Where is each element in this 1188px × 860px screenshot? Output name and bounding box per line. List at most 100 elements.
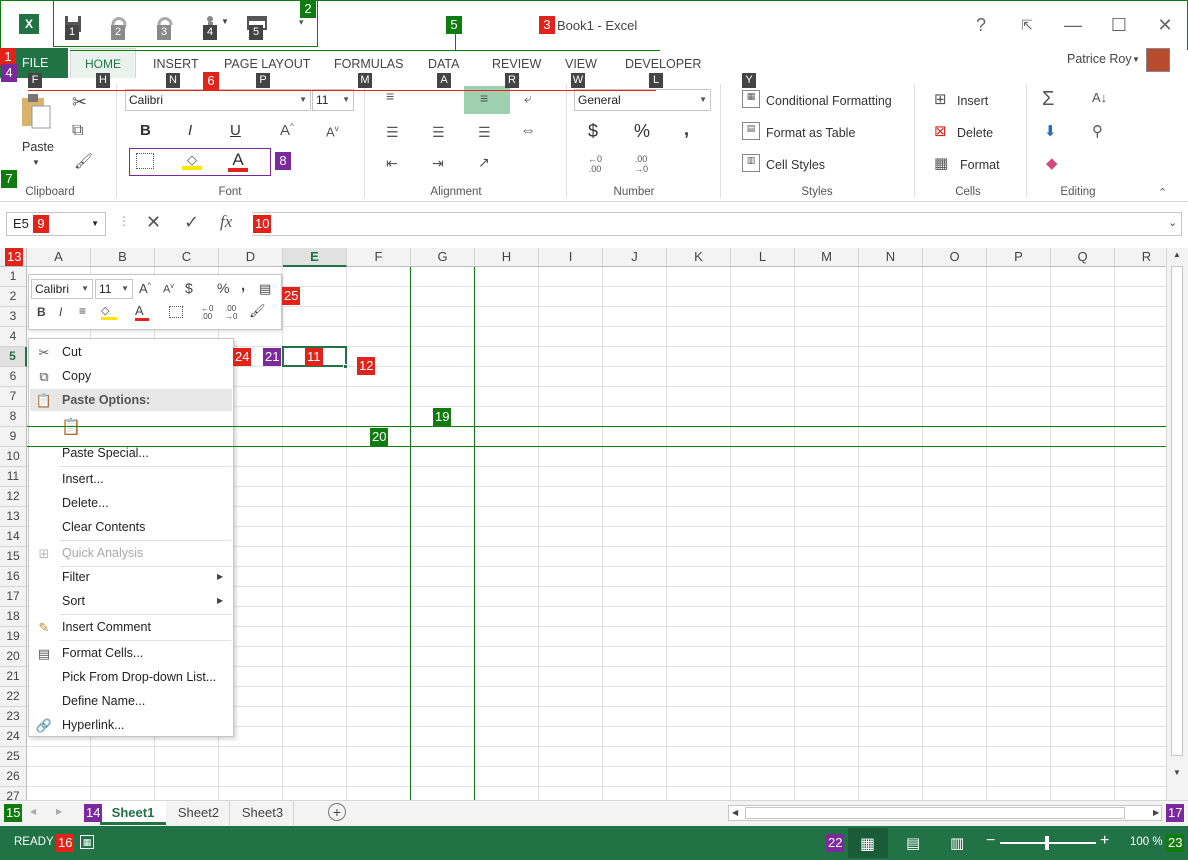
align-left-icon[interactable]: ☰ xyxy=(386,124,399,141)
column-header-r[interactable]: R xyxy=(1115,248,1166,267)
column-header-d[interactable]: D xyxy=(219,248,283,267)
row-header-12[interactable]: 12 xyxy=(0,487,27,507)
decrease-decimal-icon[interactable]: .00 →0 xyxy=(225,305,237,321)
paste-button[interactable]: Paste xyxy=(22,140,54,154)
customize-qat-icon[interactable]: ▾ xyxy=(299,17,304,28)
scroll-right-icon[interactable]: ▶ xyxy=(1153,808,1159,817)
insert-cells-icon[interactable]: ⊞ xyxy=(934,90,947,108)
conditional-formatting-icon[interactable]: ▦ xyxy=(742,90,760,108)
italic-icon[interactable]: I xyxy=(59,305,62,319)
user-name[interactable]: Patrice Roy xyxy=(1067,52,1132,66)
fill-color-icon[interactable]: ◇ xyxy=(182,152,202,170)
vertical-scrollbar[interactable]: ▲ ▼ xyxy=(1166,248,1188,800)
row-header-3[interactable]: 3 xyxy=(0,307,27,327)
column-header-q[interactable]: Q xyxy=(1051,248,1115,267)
menu-item-hyperlink[interactable]: Hyperlink... xyxy=(62,714,125,736)
column-header-b[interactable]: B xyxy=(91,248,155,267)
tab-sheet3[interactable]: Sheet3 xyxy=(232,801,294,825)
row-header-24[interactable]: 24 xyxy=(0,727,27,747)
column-header-a[interactable]: A xyxy=(27,248,91,267)
mini-format-icon[interactable]: ▤ xyxy=(259,281,271,297)
avatar[interactable] xyxy=(1146,48,1170,72)
macro-record-icon[interactable]: ▦ xyxy=(80,835,94,849)
collapse-ribbon-icon[interactable]: ⌃ xyxy=(1158,186,1167,199)
scroll-left-icon[interactable]: ◀ xyxy=(732,808,738,817)
column-header-i[interactable]: I xyxy=(539,248,603,267)
increase-decimal-icon[interactable]: ←0.00 xyxy=(201,305,213,321)
clear-icon[interactable]: ◆ xyxy=(1046,154,1058,172)
increase-font-icon[interactable]: A^ xyxy=(280,122,294,139)
menu-item-insert[interactable]: Insert... xyxy=(62,468,104,490)
user-dropdown-icon[interactable]: ▼ xyxy=(1132,55,1140,64)
ribbon-display-icon[interactable]: ⇱ xyxy=(1013,11,1041,39)
column-header-h[interactable]: H xyxy=(475,248,539,267)
name-box[interactable]: E5 ▼ xyxy=(6,212,106,236)
zoom-slider-thumb[interactable] xyxy=(1045,836,1049,850)
add-sheet-icon[interactable]: + xyxy=(328,803,346,821)
sort-filter-icon[interactable]: A↓ xyxy=(1092,90,1107,105)
column-header-j[interactable]: J xyxy=(603,248,667,267)
fill-handle[interactable] xyxy=(343,364,348,369)
row-header-26[interactable]: 26 xyxy=(0,767,27,787)
decrease-indent-icon[interactable]: ⇤ xyxy=(386,155,398,172)
cell-styles-icon[interactable]: ▥ xyxy=(742,154,760,172)
number-format-combo[interactable]: General ▼ xyxy=(574,89,711,111)
comma-button[interactable]: , xyxy=(684,120,689,138)
minimize-icon[interactable]: — xyxy=(1059,11,1087,39)
bold-icon[interactable]: B xyxy=(37,305,46,319)
row-header-18[interactable]: 18 xyxy=(0,607,27,627)
maximize-icon[interactable]: ☐ xyxy=(1105,11,1133,39)
decrease-decimal-icon[interactable]: .00 →0 xyxy=(634,154,648,174)
expand-formula-icon[interactable]: ⌄ xyxy=(1168,216,1177,229)
row-header-10[interactable]: 10 xyxy=(0,447,27,467)
column-header-e[interactable]: E xyxy=(283,248,347,267)
menu-item-pick-dropdown[interactable]: Pick From Drop-down List... xyxy=(62,666,216,688)
conditional-formatting-button[interactable]: Conditional Formatting xyxy=(766,92,892,110)
row-header-16[interactable]: 16 xyxy=(0,567,27,587)
prev-sheet-icon[interactable]: ◀ xyxy=(30,807,36,816)
row-header-4[interactable]: 4 xyxy=(0,327,27,347)
row-header-8[interactable]: 8 xyxy=(0,407,27,427)
hscroll-thumb[interactable] xyxy=(745,807,1125,819)
wrap-text-icon[interactable]: ⤶ xyxy=(524,90,532,107)
menu-item-copy[interactable]: Copy xyxy=(62,365,91,387)
underline-button[interactable]: U xyxy=(230,122,241,140)
font-family-combo[interactable]: Calibri ▼ xyxy=(125,89,311,111)
increase-font-icon[interactable]: A^ xyxy=(139,281,151,296)
borders-icon[interactable] xyxy=(169,306,183,318)
format-as-table-icon[interactable]: ▤ xyxy=(742,122,760,140)
autosum-icon[interactable]: Σ xyxy=(1042,88,1054,111)
merge-center-icon[interactable]: ⇔ xyxy=(520,122,536,140)
currency-button[interactable]: $ xyxy=(588,122,598,140)
column-header-l[interactable]: L xyxy=(731,248,795,267)
row-header-15[interactable]: 15 xyxy=(0,547,27,567)
row-header-5[interactable]: 5 xyxy=(0,347,27,367)
mini-size-combo[interactable]: 11 ▼ xyxy=(95,279,133,299)
column-header-f[interactable]: F xyxy=(347,248,411,267)
percent-button[interactable]: % xyxy=(634,122,650,140)
font-color-icon[interactable]: A xyxy=(228,150,248,172)
formula-input[interactable] xyxy=(252,212,1182,236)
page-layout-view-icon[interactable]: ▤ xyxy=(906,834,920,852)
fill-icon[interactable]: ⬇ xyxy=(1044,122,1057,140)
zoom-in-icon[interactable]: + xyxy=(1100,832,1109,850)
format-as-table-button[interactable]: Format as Table xyxy=(766,124,855,142)
zoom-level[interactable]: 100 % xyxy=(1130,836,1163,848)
scroll-down-icon[interactable]: ▼ xyxy=(1173,768,1181,777)
touch-dropdown-icon[interactable]: ▼ xyxy=(221,17,229,26)
scroll-up-icon[interactable]: ▲ xyxy=(1173,250,1181,259)
tab-view[interactable]: VIEW xyxy=(565,54,597,74)
align-center-icon[interactable]: ≡ xyxy=(79,304,86,318)
decrease-font-icon[interactable]: Av xyxy=(163,283,174,296)
excel-logo-icon[interactable]: X xyxy=(19,14,39,34)
menu-item-sort[interactable]: Sort xyxy=(62,590,85,612)
delete-cells-button[interactable]: Delete xyxy=(957,124,993,142)
delete-cells-icon[interactable]: ⊠ xyxy=(934,122,947,140)
paste-option-icon[interactable]: 📋 xyxy=(61,417,83,439)
borders-icon[interactable] xyxy=(136,153,154,169)
tab-sheet2[interactable]: Sheet2 xyxy=(168,801,230,825)
tab-sheet1[interactable]: Sheet1 xyxy=(100,801,166,825)
column-header-o[interactable]: O xyxy=(923,248,987,267)
mini-percent-button[interactable]: % xyxy=(217,280,229,296)
help-icon[interactable]: ? xyxy=(967,11,995,39)
